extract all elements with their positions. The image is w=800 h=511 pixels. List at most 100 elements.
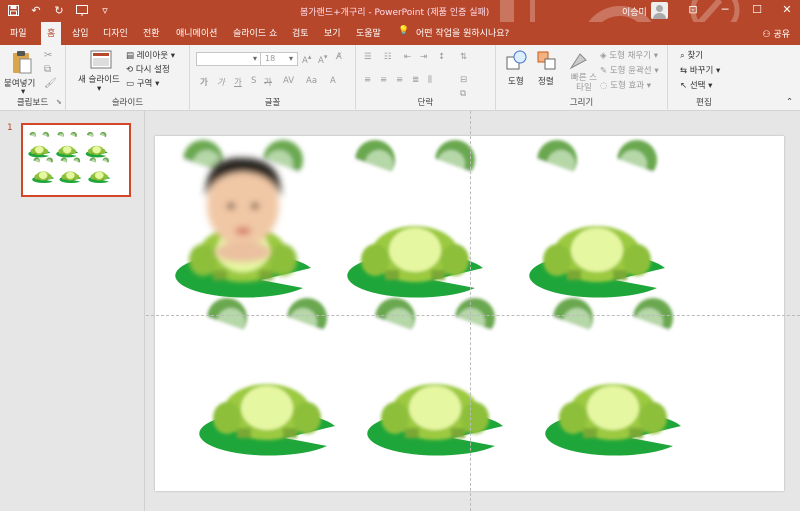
tab-review[interactable]: 검토: [292, 26, 309, 39]
format-painter-icon[interactable]: 🖌: [44, 78, 57, 89]
shadow-button[interactable]: S: [251, 76, 256, 86]
shape-effects-button[interactable]: ◌ 도형 효과 ▾: [600, 79, 651, 91]
frog-illustration[interactable]: [529, 140, 665, 298]
tab-help[interactable]: 도움말: [356, 26, 381, 39]
undo-icon[interactable]: ↶: [29, 3, 43, 17]
paste-icon[interactable]: [12, 50, 32, 74]
maximize-icon[interactable]: ☐: [750, 3, 764, 17]
shape-outline-button[interactable]: ✎ 도형 윤곽선 ▾: [600, 64, 659, 76]
close-icon[interactable]: ✕: [780, 3, 794, 17]
tab-file[interactable]: 파일: [10, 26, 27, 39]
underline-button[interactable]: 가: [234, 76, 242, 88]
decrease-indent-icon[interactable]: ⇤: [404, 52, 411, 62]
thumbnail-preview: [28, 131, 111, 184]
horizontal-guide: [146, 315, 800, 316]
tab-insert[interactable]: 삽입: [72, 26, 89, 39]
line-spacing-icon[interactable]: ↕: [438, 52, 445, 62]
new-slide-icon[interactable]: [90, 50, 112, 70]
select-button[interactable]: ↖ 선택 ▾: [680, 79, 712, 91]
effects-icon: ◌: [600, 81, 611, 91]
shapes-button[interactable]: 도형: [508, 75, 524, 87]
align-right-icon[interactable]: ≡: [396, 75, 403, 85]
tab-transitions[interactable]: 전환: [143, 26, 160, 39]
save-icon[interactable]: [6, 3, 20, 17]
shapes-icon[interactable]: [506, 50, 528, 72]
bullets-icon[interactable]: ☰: [364, 52, 372, 62]
italic-button[interactable]: 가: [217, 76, 225, 88]
customize-toolbar-icon[interactable]: ▿: [98, 3, 112, 17]
increase-indent-icon[interactable]: ⇥: [420, 52, 427, 62]
shape-fill-button[interactable]: ◈ 도형 채우기 ▾: [600, 49, 658, 61]
reset-button[interactable]: ⟲ 다시 설정: [126, 63, 170, 75]
arrange-icon[interactable]: [536, 50, 558, 72]
redo-icon[interactable]: ↻: [52, 3, 66, 17]
frog-illustration[interactable]: [88, 157, 111, 184]
section-label: 구역: [136, 79, 153, 89]
text-direction-icon[interactable]: ⇅: [460, 52, 467, 62]
font-name-dropdown-icon[interactable]: ▾: [253, 54, 257, 63]
strikethrough-button[interactable]: 가: [264, 76, 272, 88]
frog-illustration[interactable]: [347, 140, 483, 298]
select-label: 선택: [689, 81, 706, 91]
tab-home[interactable]: 홈: [41, 22, 62, 45]
frog-illustration[interactable]: [367, 298, 503, 456]
lightbulb-icon: 💡: [398, 26, 410, 36]
tab-view[interactable]: 보기: [324, 26, 341, 39]
frog-illustration[interactable]: [199, 298, 335, 456]
char-spacing-button[interactable]: AV: [283, 76, 294, 86]
replace-button[interactable]: ⇆ 바꾸기 ▾: [680, 64, 720, 76]
find-button[interactable]: ⌕ 찾기: [680, 49, 703, 61]
clipboard-launcher-icon[interactable]: ⬊: [56, 98, 62, 106]
slideshow-start-icon[interactable]: [75, 3, 89, 17]
align-text-icon[interactable]: ⊟: [460, 75, 467, 85]
columns-icon[interactable]: ⫼: [428, 75, 432, 85]
grow-font-icon[interactable]: A▴: [302, 52, 311, 66]
align-center-icon[interactable]: ≡: [380, 75, 387, 85]
font-size-dropdown-icon[interactable]: ▾: [289, 54, 293, 63]
tell-me-search[interactable]: 어떤 작업을 원하시나요?: [416, 26, 509, 39]
layout-icon: ▤: [126, 51, 137, 61]
share-button[interactable]: ⚇ 공유: [763, 27, 791, 40]
vertical-guide: [470, 111, 471, 511]
clear-format-icon[interactable]: A̸: [336, 52, 342, 62]
shrink-font-icon[interactable]: A▾: [318, 52, 327, 66]
new-slide-dropdown-icon[interactable]: ▾: [97, 84, 101, 94]
font-size-combo[interactable]: 18 ▾: [260, 52, 298, 66]
justify-icon[interactable]: ≣: [412, 75, 419, 85]
slide-canvas-area: [146, 111, 800, 511]
ribbon-display-icon[interactable]: ⊡: [686, 3, 700, 17]
quick-styles-button[interactable]: 빠른 스타일: [570, 73, 598, 93]
frog-illustration[interactable]: [28, 131, 51, 158]
copy-icon[interactable]: ⧉: [44, 64, 51, 75]
shape-fill-label: 도형 채우기: [609, 51, 652, 61]
user-avatar[interactable]: [651, 2, 668, 19]
layout-button[interactable]: ▤ 레이아웃 ▾: [126, 49, 175, 61]
tab-design[interactable]: 디자인: [103, 26, 128, 39]
arrange-button[interactable]: 정렬: [538, 75, 554, 87]
numbering-icon[interactable]: ☷: [384, 52, 392, 62]
tab-animations[interactable]: 애니메이션: [176, 26, 217, 39]
paste-button[interactable]: 붙여넣기: [4, 77, 35, 89]
section-icon: ▭: [126, 79, 137, 89]
font-color-icon[interactable]: A: [330, 76, 336, 86]
frog-illustration[interactable]: [56, 131, 79, 158]
replace-icon: ⇆: [680, 66, 690, 76]
slide-thumbnail-1[interactable]: [21, 123, 131, 197]
frog-illustration[interactable]: [32, 157, 55, 184]
collapse-ribbon-icon[interactable]: ⌃: [786, 97, 793, 107]
bold-button[interactable]: 가: [200, 76, 208, 88]
quick-styles-icon[interactable]: [568, 50, 590, 72]
font-name-combo[interactable]: ▾: [196, 52, 262, 66]
change-case-button[interactable]: Aa: [306, 76, 317, 86]
slide-number: 1: [7, 123, 13, 133]
select-icon: ↖: [680, 81, 690, 91]
minimize-icon[interactable]: ─: [718, 3, 732, 17]
frog-illustration[interactable]: [545, 298, 681, 456]
user-name[interactable]: 이승미: [622, 5, 647, 18]
frog-illustration[interactable]: [59, 157, 82, 184]
section-button[interactable]: ▭ 구역 ▾: [126, 77, 159, 89]
cut-icon[interactable]: ✂: [44, 50, 52, 61]
tab-slideshow[interactable]: 슬라이드 쇼: [233, 26, 277, 39]
align-left-icon[interactable]: ≡: [364, 75, 371, 85]
frog-illustration[interactable]: [85, 131, 108, 158]
